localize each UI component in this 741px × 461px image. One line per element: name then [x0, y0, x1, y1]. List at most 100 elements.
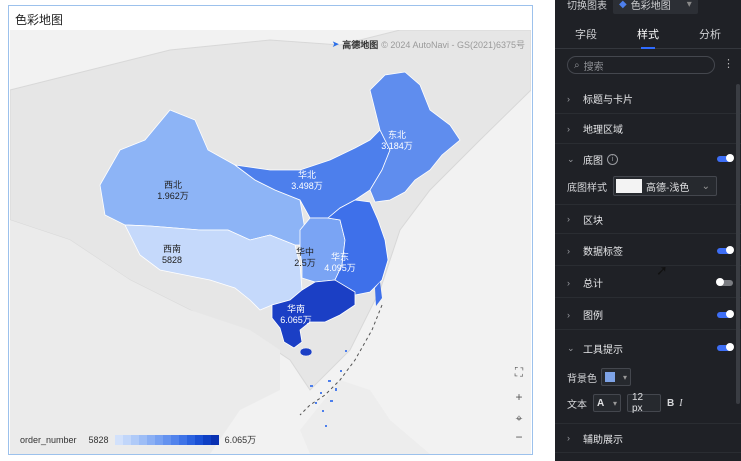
- region-value-label: 2.5万: [294, 258, 316, 268]
- region-name-label: 西北: [164, 180, 182, 190]
- chevron-down-icon: ▾: [686, 0, 692, 10]
- region-hainan-island[interactable]: [299, 347, 313, 357]
- data-label-toggle[interactable]: [717, 245, 734, 254]
- section-aux[interactable]: › 辅助展示: [555, 423, 741, 453]
- region-value-label: 4.095万: [324, 263, 356, 273]
- region-value-label: 6.065万: [280, 315, 312, 325]
- amap-logo-icon: ➤: [331, 39, 340, 49]
- legend-toggle[interactable]: [717, 309, 734, 318]
- search-icon: ⌕: [574, 59, 580, 71]
- map-canvas[interactable]: 西北 1.962万 华北 3.498万 东北 3.184万 西南 5828 华中 2.5万 华东 4.…: [10, 30, 531, 454]
- section-geo-area[interactable]: › 地理区域: [555, 114, 741, 144]
- chevron-right-icon: ›: [567, 309, 570, 320]
- region-name-label: 华中: [296, 246, 314, 257]
- chevron-right-icon: ›: [567, 433, 570, 443]
- mouse-cursor-icon: ➚: [656, 262, 668, 278]
- bg-color-swatch: [605, 372, 615, 382]
- legend-swatch: [154, 434, 163, 445]
- chevron-right-icon: ›: [567, 277, 570, 288]
- zoom-in-icon[interactable]: +: [512, 390, 526, 404]
- basemap-style-select[interactable]: 高德-浅色 ⌄: [613, 176, 717, 196]
- basemap-land-se: [300, 380, 430, 454]
- chart-type-select[interactable]: ◆ 色彩地图 ▾: [613, 0, 698, 14]
- attribution-brand: 高德地图: [342, 40, 379, 50]
- bg-color-picker[interactable]: ▾: [601, 368, 631, 386]
- total-toggle[interactable]: [716, 277, 733, 286]
- panel-gutter: [533, 0, 555, 461]
- info-icon[interactable]: i: [607, 153, 618, 165]
- section-label: 底图: [583, 155, 603, 167]
- chevron-down-icon: ⌄: [701, 180, 710, 192]
- italic-icon[interactable]: I: [679, 398, 682, 409]
- legend-swatch: [146, 434, 155, 445]
- chevron-down-icon: ▾: [622, 372, 627, 382]
- section-label: 数据标签: [583, 247, 623, 258]
- section-total[interactable]: › 总计: [555, 268, 741, 298]
- style-panel: 切换图表 ◆ 色彩地图 ▾ 字段 样式 分析 ⌕ 搜索 ⋮ › 标题与卡片 › …: [555, 0, 741, 461]
- text-style-row: 文本 A ▾ 12 px B I: [555, 392, 741, 414]
- section-legend[interactable]: › 图例: [555, 300, 741, 330]
- map-svg[interactable]: 西北1.962万华北3.498万东北3.184万西南5828华中2.5万华东4.…: [10, 30, 531, 454]
- region-name-label: 东北: [388, 129, 406, 140]
- basemap-toggle[interactable]: [717, 154, 734, 162]
- section-data-label[interactable]: › 数据标签: [555, 236, 741, 266]
- legend-swatch: [130, 434, 139, 445]
- section-basemap[interactable]: ⌄ 底图 i: [555, 144, 741, 174]
- panel-tabs: 字段 样式 分析: [555, 22, 741, 49]
- legend-min-label: 5828: [88, 434, 109, 445]
- legend-swatch: [170, 434, 179, 445]
- chevron-right-icon: ›: [567, 214, 570, 224]
- panel-scrollbar[interactable]: [736, 84, 740, 404]
- more-options-icon[interactable]: ⋮: [723, 57, 734, 70]
- region-value-label: 3.184万: [381, 141, 413, 151]
- legend-swatch: [194, 434, 203, 445]
- fullscreen-icon[interactable]: ⛶: [512, 365, 526, 379]
- legend-swatch: [114, 434, 123, 445]
- legend-swatch: [178, 434, 187, 445]
- section-block[interactable]: › 区块: [555, 204, 741, 234]
- text-color-picker[interactable]: A ▾: [593, 394, 621, 412]
- section-label: 标题与卡片: [583, 95, 633, 106]
- zoom-out-icon[interactable]: −: [512, 430, 526, 444]
- section-label: 工具提示: [583, 344, 623, 356]
- region-value-label: 5828: [162, 255, 182, 265]
- chart-type-value: 色彩地图: [630, 0, 671, 12]
- chart-card: 色彩地图 西北 1.962万 华北 3.498万 东北 3.184万 西南 58…: [8, 5, 533, 455]
- search-placeholder: 搜索: [583, 61, 604, 73]
- chevron-down-icon: ▾: [612, 398, 617, 408]
- font-size-value: 12 px: [632, 392, 644, 414]
- legend-swatch: [138, 434, 147, 445]
- text-label: 文本: [567, 399, 587, 411]
- switch-chart-bar: 切换图表 ◆ 色彩地图 ▾: [555, 0, 741, 14]
- map-chart-icon: ◆: [619, 0, 627, 10]
- legend-swatch: [210, 434, 219, 445]
- region-name-label: 华东: [331, 251, 349, 262]
- map-attribution: ➤ 高德地图 © 2024 AutoNavi - GS(2021)6375号: [332, 38, 525, 51]
- tab-analysis[interactable]: 分析: [679, 22, 741, 48]
- legend-gradient: [114, 434, 219, 445]
- bg-color-label: 背景色: [567, 373, 597, 385]
- chevron-right-icon: ›: [567, 93, 570, 104]
- basemap-style-label: 底图样式: [567, 182, 607, 194]
- section-label: 总计: [583, 279, 603, 290]
- tab-fields[interactable]: 字段: [555, 22, 617, 48]
- region-name-label: 华南: [287, 303, 305, 314]
- region-value-label: 1.962万: [157, 191, 189, 201]
- legend-swatch: [122, 434, 131, 445]
- bold-icon[interactable]: B: [667, 398, 674, 409]
- chevron-right-icon: ›: [567, 123, 570, 134]
- legend-max-label: 6.065万: [224, 435, 257, 445]
- section-tooltip[interactable]: ⌄ 工具提示: [555, 333, 741, 363]
- tooltip-toggle[interactable]: [717, 343, 734, 351]
- section-title-card[interactable]: › 标题与卡片: [555, 84, 741, 114]
- bg-color-row: 背景色 ▾: [555, 366, 741, 388]
- tab-style[interactable]: 样式: [617, 22, 679, 49]
- locate-icon[interactable]: ⌖: [512, 411, 526, 425]
- font-color-icon: A: [597, 397, 605, 409]
- search-input[interactable]: ⌕ 搜索: [567, 56, 715, 74]
- section-label: 图例: [583, 311, 603, 322]
- font-size-input[interactable]: 12 px: [627, 392, 661, 414]
- section-label: 地理区域: [583, 125, 623, 136]
- color-legend: order_number 5828 6.065万: [20, 433, 256, 446]
- region-value-label: 3.498万: [291, 181, 323, 191]
